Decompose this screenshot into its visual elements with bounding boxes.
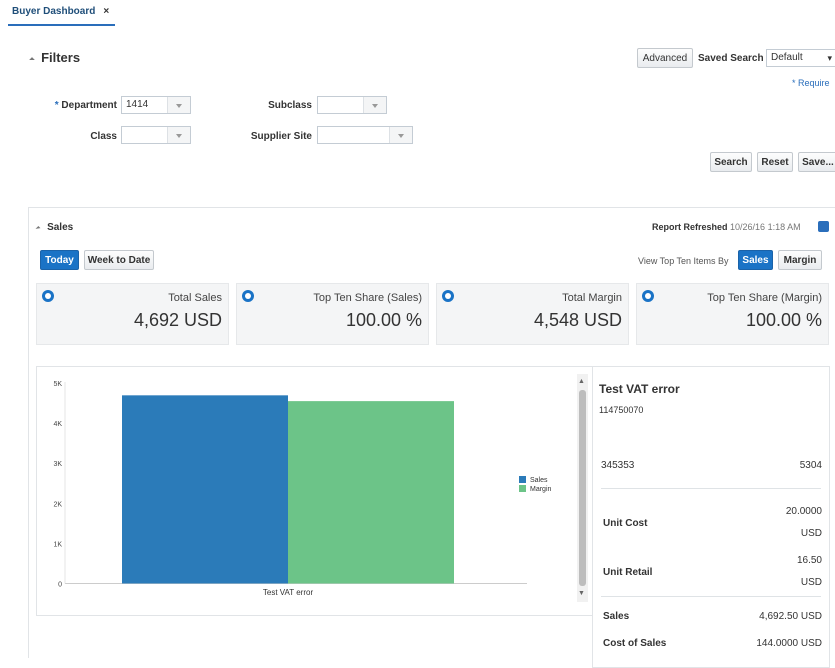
sales-margin-chart: 0 1K 2K 3K 4K 5K Test VAT error Sales Margin xyxy=(53,381,552,597)
unit-retail-value: 16.50 xyxy=(796,555,822,566)
detail-row-id: 345353 xyxy=(601,460,635,471)
metric-total-sales[interactable]: Total Sales 4,692 USD xyxy=(36,283,229,345)
metric-value: 100.00 % xyxy=(745,310,822,330)
legend-swatch-sales xyxy=(519,476,526,483)
department-value: 1414 xyxy=(126,99,149,110)
filters-title: Filters xyxy=(41,50,81,65)
sales-header[interactable]: Sales xyxy=(35,221,74,233)
supplier-site-select[interactable] xyxy=(317,126,413,144)
collapse-icon[interactable] xyxy=(35,226,41,231)
metric-top-ten-share-sales[interactable]: Top Ten Share (Sales) 100.00 % xyxy=(236,283,429,345)
saved-search-label: Saved Search xyxy=(698,53,764,64)
class-select[interactable] xyxy=(121,126,191,144)
subclass-select[interactable] xyxy=(317,96,387,114)
metric-total-margin[interactable]: Total Margin 4,548 USD xyxy=(436,283,629,345)
cost-of-sales-value: 144.0000 USD xyxy=(756,638,822,649)
unit-cost-label: Unit Cost xyxy=(603,518,648,529)
tab-label: Buyer Dashboard xyxy=(12,6,96,17)
y-tick-label: 2K xyxy=(53,501,62,508)
tab-buyer-dashboard[interactable]: Buyer Dashboard × xyxy=(8,0,116,26)
legend-swatch-margin xyxy=(519,485,526,492)
report-refreshed-label: Report Refreshed xyxy=(652,222,728,232)
metric-value: 4,692 USD xyxy=(133,310,222,330)
y-tick-label: 0 xyxy=(58,582,62,589)
metric-value: 4,548 USD xyxy=(533,310,622,330)
supplier-site-label: Supplier Site xyxy=(250,131,312,142)
bar-margin[interactable] xyxy=(288,401,454,584)
y-tick-label: 4K xyxy=(53,421,62,428)
advanced-button[interactable]: Advanced xyxy=(637,48,693,68)
report-refreshed: Report Refreshed 10/26/16 1:18 AM xyxy=(652,222,801,232)
subclass-label: Subclass xyxy=(268,100,312,111)
chevron-down-icon[interactable] xyxy=(167,127,190,143)
metric-title: Top Ten Share (Sales) xyxy=(313,292,422,304)
y-tick-label: 5K xyxy=(53,381,62,388)
chevron-down-icon[interactable] xyxy=(389,127,412,143)
unit-retail-label: Unit Retail xyxy=(603,567,653,578)
sales-view-button[interactable]: Sales xyxy=(738,250,773,270)
unit-retail-currency: USD xyxy=(800,577,822,588)
saved-search-select[interactable]: Default ▾ xyxy=(766,49,835,67)
bar-sales[interactable] xyxy=(122,395,288,584)
scrollbar[interactable]: ▲ ▼ xyxy=(577,374,588,602)
scrollbar-thumb[interactable] xyxy=(579,390,586,586)
margin-view-button[interactable]: Margin xyxy=(778,250,822,270)
metric-top-ten-share-margin[interactable]: Top Ten Share (Margin) 100.00 % xyxy=(636,283,829,345)
metric-value: 100.00 % xyxy=(345,310,422,330)
metric-icon xyxy=(42,290,54,302)
week-to-date-button[interactable]: Week to Date xyxy=(84,250,154,270)
metric-icon xyxy=(242,290,254,302)
legend-label-sales: Sales xyxy=(530,477,548,484)
cost-of-sales-label: Cost of Sales xyxy=(603,638,667,649)
detail-item-id: 114750070 xyxy=(599,405,644,415)
metric-title: Total Sales xyxy=(168,292,222,304)
search-button[interactable]: Search xyxy=(710,152,752,172)
close-icon[interactable]: × xyxy=(103,6,109,17)
today-button[interactable]: Today xyxy=(40,250,79,270)
collapse-icon[interactable] xyxy=(29,57,35,63)
detail-row-value: 5304 xyxy=(799,460,822,471)
metric-icon xyxy=(642,290,654,302)
scroll-up-icon[interactable]: ▲ xyxy=(578,378,585,385)
report-refreshed-value: 10/26/16 1:18 AM xyxy=(730,222,801,232)
reset-button[interactable]: Reset xyxy=(757,152,793,172)
view-top-ten-label: View Top Ten Items By xyxy=(638,256,729,266)
scroll-down-icon[interactable]: ▼ xyxy=(578,590,585,597)
chevron-down-icon: ▾ xyxy=(827,53,832,63)
sales-detail-label: Sales xyxy=(603,611,630,622)
chevron-down-icon[interactable] xyxy=(167,97,190,113)
department-label: * Department xyxy=(54,100,117,111)
metric-title: Total Margin xyxy=(562,292,622,304)
sales-title: Sales xyxy=(47,222,74,233)
legend-label-margin: Margin xyxy=(530,486,552,493)
filters-header[interactable]: Filters xyxy=(29,50,81,65)
saved-search-value: Default xyxy=(771,52,803,63)
sales-detail-value: 4,692.50 USD xyxy=(759,611,822,622)
metric-icon xyxy=(442,290,454,302)
unit-cost-currency: USD xyxy=(800,528,822,539)
divider xyxy=(601,488,821,489)
divider xyxy=(601,596,821,597)
department-select[interactable]: 1414 xyxy=(121,96,191,114)
y-tick-label: 1K xyxy=(53,541,62,548)
metric-title: Top Ten Share (Margin) xyxy=(707,292,822,304)
chevron-down-icon[interactable] xyxy=(363,97,386,113)
detail-item-name: Test VAT error xyxy=(599,382,680,396)
save-button[interactable]: Save... xyxy=(798,152,835,172)
class-label: Class xyxy=(90,131,117,142)
x-tick-label: Test VAT error xyxy=(263,588,314,597)
required-note: * Require xyxy=(792,78,830,88)
y-tick-label: 3K xyxy=(53,461,62,468)
refresh-icon[interactable] xyxy=(818,221,829,232)
unit-cost-value: 20.0000 xyxy=(785,506,822,517)
